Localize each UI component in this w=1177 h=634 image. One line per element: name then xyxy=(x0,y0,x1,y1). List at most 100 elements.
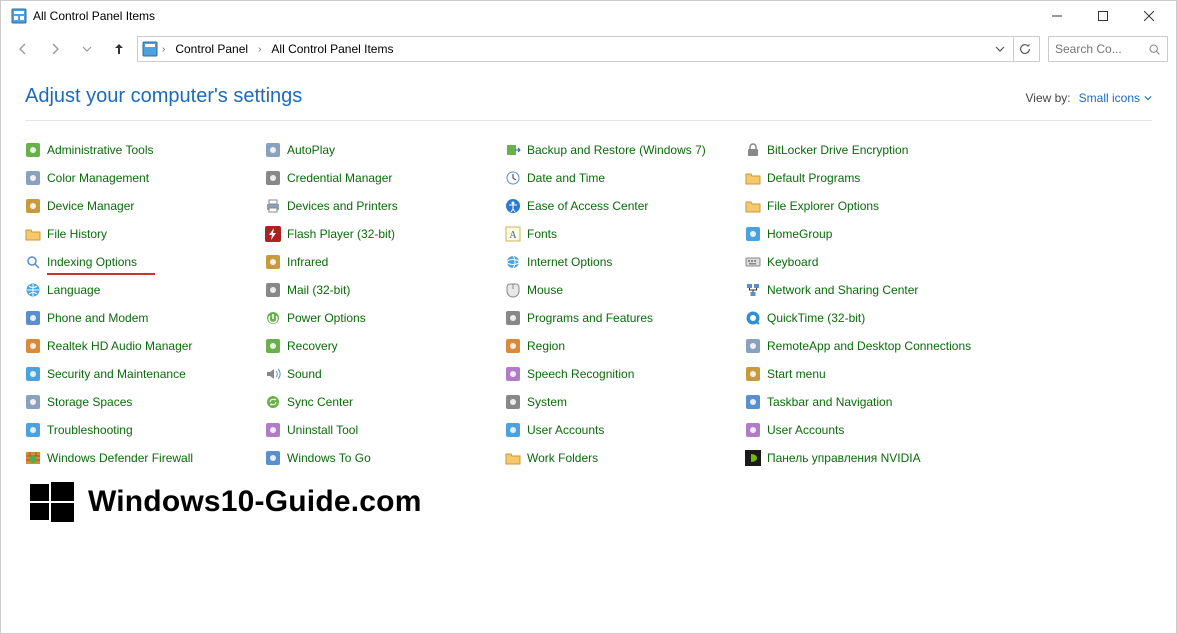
windows-logo-icon xyxy=(30,480,74,524)
cp-item[interactable]: Infrared xyxy=(265,251,505,273)
credential-icon xyxy=(265,170,281,186)
autoplay-icon xyxy=(265,142,281,158)
cp-item[interactable]: Devices and Printers xyxy=(265,195,505,217)
troubleshoot-icon xyxy=(25,422,41,438)
cp-item[interactable]: Windows Defender Firewall xyxy=(25,447,265,469)
forward-button[interactable] xyxy=(41,35,69,63)
cp-item-label: Start menu xyxy=(767,367,826,381)
clock-icon xyxy=(505,170,521,186)
cp-item[interactable]: Sound xyxy=(265,363,505,385)
cp-item[interactable]: Phone and Modem xyxy=(25,307,265,329)
cp-item[interactable]: Indexing Options xyxy=(25,251,265,273)
cp-item[interactable]: File Explorer Options xyxy=(745,195,985,217)
cp-item[interactable]: Security and Maintenance xyxy=(25,363,265,385)
navbar: › Control Panel › All Control Panel Item… xyxy=(1,31,1176,67)
search-icon xyxy=(1148,43,1161,56)
cp-item-label: Windows To Go xyxy=(287,451,371,465)
cp-item[interactable]: Date and Time xyxy=(505,167,745,189)
cp-item-label: Speech Recognition xyxy=(527,367,634,381)
speech-icon xyxy=(505,366,521,382)
cp-item[interactable]: Uninstall Tool xyxy=(265,419,505,441)
cp-item[interactable]: Mouse xyxy=(505,279,745,301)
cp-item[interactable]: Keyboard xyxy=(745,251,985,273)
search-box[interactable] xyxy=(1048,36,1168,62)
mail-icon xyxy=(265,282,281,298)
cp-item-label: Taskbar and Navigation xyxy=(767,395,892,409)
close-button[interactable] xyxy=(1126,1,1172,31)
cp-item-label: Security and Maintenance xyxy=(47,367,186,381)
cp-item[interactable]: Ease of Access Center xyxy=(505,195,745,217)
back-button[interactable] xyxy=(9,35,37,63)
folder-options-icon xyxy=(745,198,761,214)
cp-item-label: RemoteApp and Desktop Connections xyxy=(767,339,971,353)
viewby-value-text: Small icons xyxy=(1079,91,1140,105)
cp-item[interactable]: Administrative Tools xyxy=(25,139,265,161)
maximize-button[interactable] xyxy=(1080,1,1126,31)
cp-item[interactable]: System xyxy=(505,391,745,413)
cp-item[interactable]: Taskbar and Navigation xyxy=(745,391,985,413)
refresh-button[interactable] xyxy=(1013,37,1035,61)
cp-item[interactable]: Realtek HD Audio Manager xyxy=(25,335,265,357)
cp-item[interactable]: Mail (32-bit) xyxy=(265,279,505,301)
cp-item[interactable]: AFonts xyxy=(505,223,745,245)
cp-item-label: Region xyxy=(527,339,565,353)
up-button[interactable] xyxy=(105,35,133,63)
address-dropdown[interactable] xyxy=(989,37,1011,61)
power-icon xyxy=(265,310,281,326)
chevron-down-icon xyxy=(1144,94,1152,102)
cp-item[interactable]: Programs and Features xyxy=(505,307,745,329)
cp-item[interactable]: Storage Spaces xyxy=(25,391,265,413)
cp-item[interactable]: Network and Sharing Center xyxy=(745,279,985,301)
cp-item[interactable]: HomeGroup xyxy=(745,223,985,245)
cp-item[interactable]: Language xyxy=(25,279,265,301)
minimize-button[interactable] xyxy=(1034,1,1080,31)
default-programs-icon xyxy=(745,170,761,186)
cp-item[interactable]: Speech Recognition xyxy=(505,363,745,385)
keyboard-icon xyxy=(745,254,761,270)
remoteapp-icon xyxy=(745,338,761,354)
cp-item[interactable]: BitLocker Drive Encryption xyxy=(745,139,985,161)
cp-item[interactable]: Sync Center xyxy=(265,391,505,413)
chevron-right-icon[interactable]: › xyxy=(160,44,167,55)
cp-item-label: Color Management xyxy=(47,171,149,185)
cp-item[interactable]: RemoteApp and Desktop Connections xyxy=(745,335,985,357)
cp-item[interactable]: Flash Player (32-bit) xyxy=(265,223,505,245)
cp-item[interactable]: Backup and Restore (Windows 7) xyxy=(505,139,745,161)
cp-item-label: Keyboard xyxy=(767,255,818,269)
cp-item[interactable]: File History xyxy=(25,223,265,245)
cp-item[interactable]: Credential Manager xyxy=(265,167,505,189)
windowstogo-icon xyxy=(265,450,281,466)
cp-item[interactable]: Start menu xyxy=(745,363,985,385)
cp-item[interactable]: Windows To Go xyxy=(265,447,505,469)
breadcrumb-current[interactable]: All Control Panel Items xyxy=(265,40,399,58)
cp-item[interactable]: Power Options xyxy=(265,307,505,329)
cp-item-label: Infrared xyxy=(287,255,328,269)
address-bar[interactable]: › Control Panel › All Control Panel Item… xyxy=(137,36,1040,62)
cp-item[interactable]: Region xyxy=(505,335,745,357)
cp-item[interactable]: Панель управления NVIDIA xyxy=(745,447,985,469)
search-input[interactable] xyxy=(1055,42,1144,56)
cp-item-label: Network and Sharing Center xyxy=(767,283,918,297)
chevron-right-icon[interactable]: › xyxy=(256,44,263,55)
cp-item[interactable]: Internet Options xyxy=(505,251,745,273)
cp-item[interactable]: Color Management xyxy=(25,167,265,189)
viewby-dropdown[interactable]: Small icons xyxy=(1079,91,1152,105)
cp-item-label: Date and Time xyxy=(527,171,605,185)
mouse-icon xyxy=(505,282,521,298)
cp-item[interactable]: Work Folders xyxy=(505,447,745,469)
cp-item[interactable]: Troubleshooting xyxy=(25,419,265,441)
cp-item[interactable]: User Accounts xyxy=(745,419,985,441)
recent-dropdown[interactable] xyxy=(73,35,101,63)
quicktime-icon xyxy=(745,310,761,326)
cp-item[interactable]: Device Manager xyxy=(25,195,265,217)
cp-item[interactable]: AutoPlay xyxy=(265,139,505,161)
cp-item[interactable]: QuickTime (32-bit) xyxy=(745,307,985,329)
breadcrumb-root[interactable]: Control Panel xyxy=(169,40,254,58)
network-icon xyxy=(745,282,761,298)
control-panel-icon xyxy=(11,8,27,24)
cp-item-label: Indexing Options xyxy=(47,255,137,269)
cp-item-label: Realtek HD Audio Manager xyxy=(47,339,192,353)
cp-item[interactable]: Default Programs xyxy=(745,167,985,189)
cp-item[interactable]: Recovery xyxy=(265,335,505,357)
cp-item[interactable]: User Accounts xyxy=(505,419,745,441)
